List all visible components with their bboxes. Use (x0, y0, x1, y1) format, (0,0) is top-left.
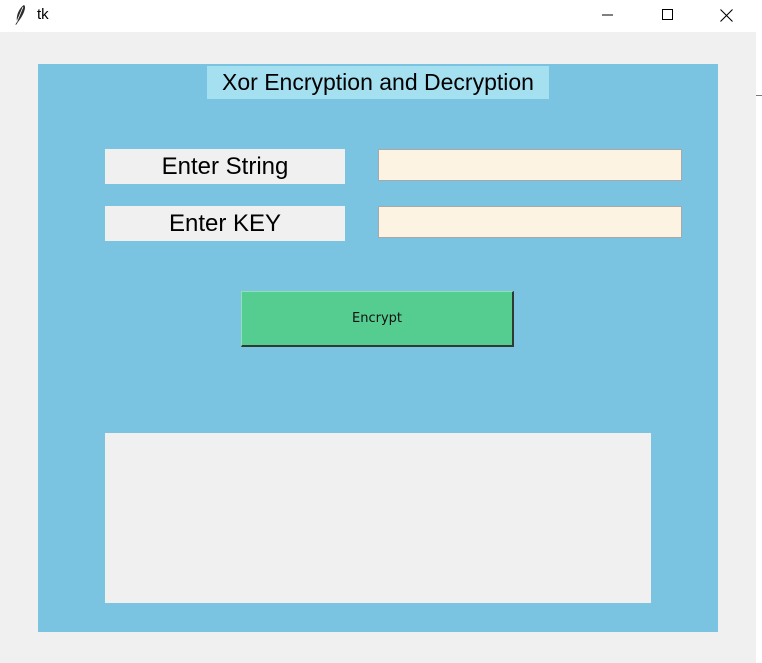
string-label: Enter String (105, 149, 345, 184)
title-bar: tk (0, 0, 756, 32)
edge-mark (756, 95, 762, 96)
output-display (105, 433, 651, 603)
window-client-area: Xor Encryption and Decryption Enter Stri… (0, 32, 756, 663)
minimize-button[interactable] (585, 0, 631, 30)
feather-icon (12, 4, 28, 26)
key-label: Enter KEY (105, 206, 345, 241)
key-input[interactable] (378, 206, 682, 238)
maximize-icon (662, 9, 673, 20)
minimize-icon (602, 14, 613, 16)
window-edge (756, 0, 762, 663)
page-title: Xor Encryption and Decryption (207, 66, 549, 99)
string-input[interactable] (378, 149, 682, 181)
close-button[interactable] (703, 0, 749, 30)
close-icon (719, 8, 733, 22)
main-panel: Xor Encryption and Decryption Enter Stri… (38, 64, 718, 632)
encrypt-button[interactable]: Encrypt (241, 291, 514, 347)
window-title: tk (37, 6, 49, 23)
maximize-button[interactable] (645, 0, 691, 30)
